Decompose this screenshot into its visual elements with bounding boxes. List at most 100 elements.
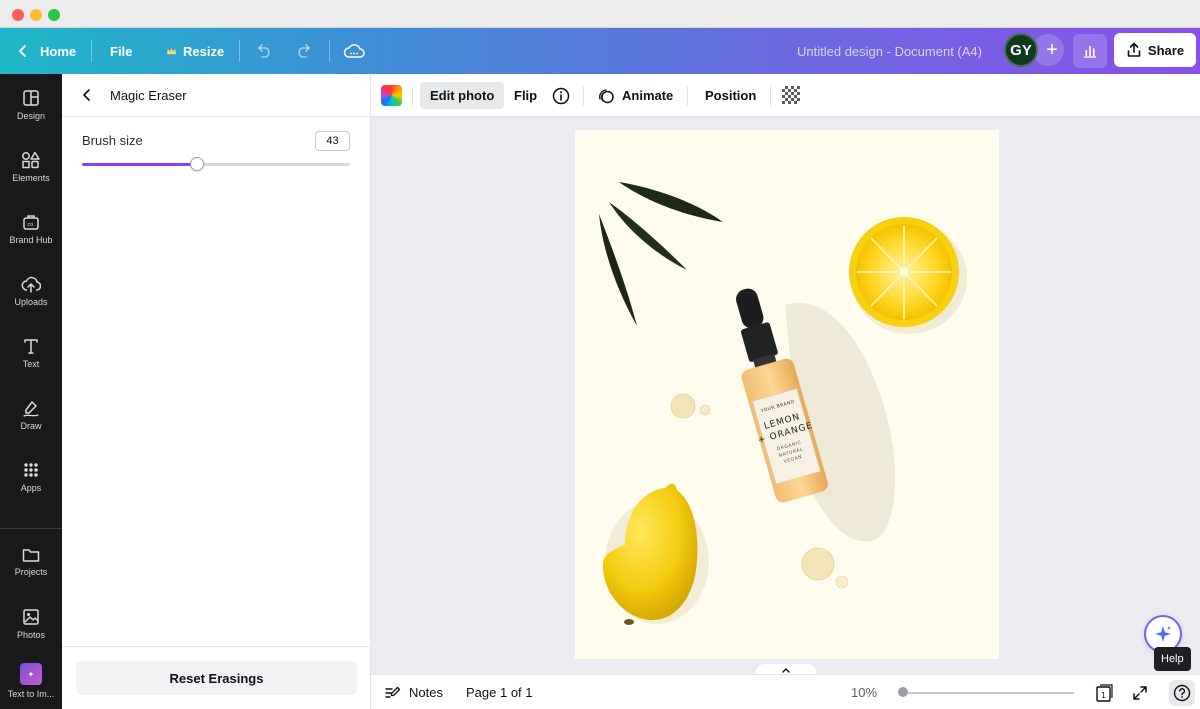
position-button[interactable]: Position [695, 82, 766, 109]
rail-item-brand-hub[interactable]: co. Brand Hub [0, 201, 62, 257]
window-titlebar [0, 0, 1200, 28]
rail-label: Elements [12, 173, 50, 183]
file-menu-button[interactable]: File [110, 28, 132, 74]
rail-item-draw[interactable]: Draw [0, 387, 62, 443]
color-picker-swatch[interactable] [381, 85, 402, 106]
page-count: 1 [1101, 691, 1106, 700]
rail-label: Uploads [14, 297, 48, 307]
resize-button[interactable]: Resize [166, 28, 224, 74]
rail-item-projects[interactable]: Projects [0, 534, 62, 590]
plus-icon: + [1046, 38, 1058, 61]
cloud-icon [343, 44, 365, 58]
brush-size-slider-fill [82, 163, 198, 166]
toolbar-divider [687, 86, 688, 106]
brand-hub-icon: co. [23, 215, 39, 230]
bar-chart-icon [1084, 46, 1096, 58]
rail-item-photos[interactable]: Photos [0, 596, 62, 652]
header-divider [91, 40, 92, 62]
toolbar-divider [412, 86, 413, 106]
rail-divider [0, 528, 62, 529]
brush-size-slider-thumb[interactable] [190, 157, 205, 171]
file-label: File [110, 43, 133, 59]
expand-pages-button[interactable] [755, 664, 817, 674]
info-icon [552, 87, 570, 104]
context-toolbar: Edit photo Flip Animate Position [371, 74, 1200, 117]
resize-label: Resize [183, 43, 225, 59]
chevron-up-icon [782, 668, 790, 673]
minimize-window-button[interactable] [30, 9, 42, 21]
notes-button[interactable]: Notes [385, 675, 443, 709]
brush-size-slider[interactable] [82, 157, 350, 171]
rail-label: Text [22, 359, 40, 369]
close-window-button[interactable] [12, 9, 24, 21]
rail-label: Design [16, 111, 45, 121]
info-button[interactable] [543, 82, 579, 109]
text-icon [24, 339, 38, 354]
home-button[interactable]: Home [16, 28, 76, 74]
panel-footer-divider [62, 646, 371, 647]
zoom-slider[interactable] [902, 692, 1074, 694]
apps-icon [24, 463, 38, 477]
text-to-image-icon: ✦ [20, 663, 42, 685]
help-button[interactable] [1169, 680, 1195, 706]
maximize-window-button[interactable] [48, 9, 60, 21]
draw-icon [23, 401, 39, 417]
svg-text:co.: co. [27, 222, 35, 228]
pages-view-button[interactable]: 1 [1094, 683, 1114, 703]
rail-label: Apps [20, 483, 42, 493]
help-question-icon [1173, 684, 1191, 702]
rail-item-text-to-image[interactable]: ✦ Text to Im... [0, 653, 62, 709]
chevron-left-icon [83, 89, 90, 101]
rail-item-text[interactable]: Text [0, 325, 62, 381]
product-photo[interactable]: YOUR BRAND LEMON + ORANGE ORGANIC NATURA… [575, 130, 999, 659]
document-title[interactable]: Untitled design - Document (A4) [797, 28, 982, 74]
rail-item-design[interactable]: Design [0, 77, 62, 133]
projects-icon [22, 549, 40, 562]
animate-icon [599, 88, 614, 103]
panel-title: Magic Eraser [110, 88, 187, 103]
rail-item-apps[interactable]: Apps [0, 449, 62, 505]
rail-item-elements[interactable]: Elements [0, 139, 62, 195]
header-divider [239, 40, 240, 62]
left-nav-rail: Design Elements co. Brand Hub Uploads Te… [0, 74, 62, 709]
sparkle-icon [1155, 626, 1171, 642]
insights-button[interactable] [1073, 34, 1107, 68]
zoom-level[interactable]: 10% [851, 675, 877, 709]
uploads-icon [21, 276, 41, 293]
redo-button[interactable] [295, 28, 313, 74]
user-avatar[interactable]: GY [1004, 33, 1038, 67]
undo-button[interactable] [255, 28, 273, 74]
design-page[interactable]: YOUR BRAND LEMON + ORANGE ORGANIC NATURA… [575, 130, 999, 659]
animate-label: Animate [622, 88, 674, 103]
cloud-save-status[interactable] [343, 28, 365, 74]
bottom-status-bar: Notes Page 1 of 1 10% 1 [371, 674, 1200, 709]
brush-size-input[interactable]: 43 [315, 131, 350, 151]
edit-photo-button[interactable]: Edit photo [420, 82, 505, 109]
redo-icon [298, 44, 310, 58]
rail-label: Draw [20, 421, 42, 431]
editor-header: Home File Resize Untitled design - Docum… [0, 28, 1200, 74]
transparency-icon[interactable] [782, 86, 800, 104]
toolbar-divider [770, 86, 771, 106]
share-button[interactable]: Share [1114, 33, 1196, 67]
magic-eraser-panel: Magic Eraser Brush size 43 Reset Erasing… [62, 74, 371, 709]
leaves-graphic [599, 182, 723, 326]
toolbar-divider [583, 86, 584, 106]
rail-item-uploads[interactable]: Uploads [0, 263, 62, 319]
zoom-slider-thumb[interactable] [898, 687, 908, 697]
panel-back-button[interactable] [78, 86, 96, 104]
header-divider [329, 40, 330, 62]
page-indicator[interactable]: Page 1 of 1 [466, 675, 533, 709]
animate-button[interactable]: Animate [587, 82, 683, 109]
share-label: Share [1147, 42, 1185, 58]
brush-size-label: Brush size [82, 133, 143, 148]
crown-icon [166, 47, 177, 54]
lemon-slice-graphic [849, 217, 967, 334]
rail-label: Photos [16, 630, 46, 640]
reset-erasings-button[interactable]: Reset Erasings [76, 661, 357, 695]
rail-label: Brand Hub [9, 235, 53, 245]
fullscreen-button[interactable] [1130, 683, 1150, 703]
undo-icon [258, 44, 270, 58]
flip-button[interactable]: Flip [504, 82, 547, 109]
whole-lemon-graphic [602, 483, 709, 625]
